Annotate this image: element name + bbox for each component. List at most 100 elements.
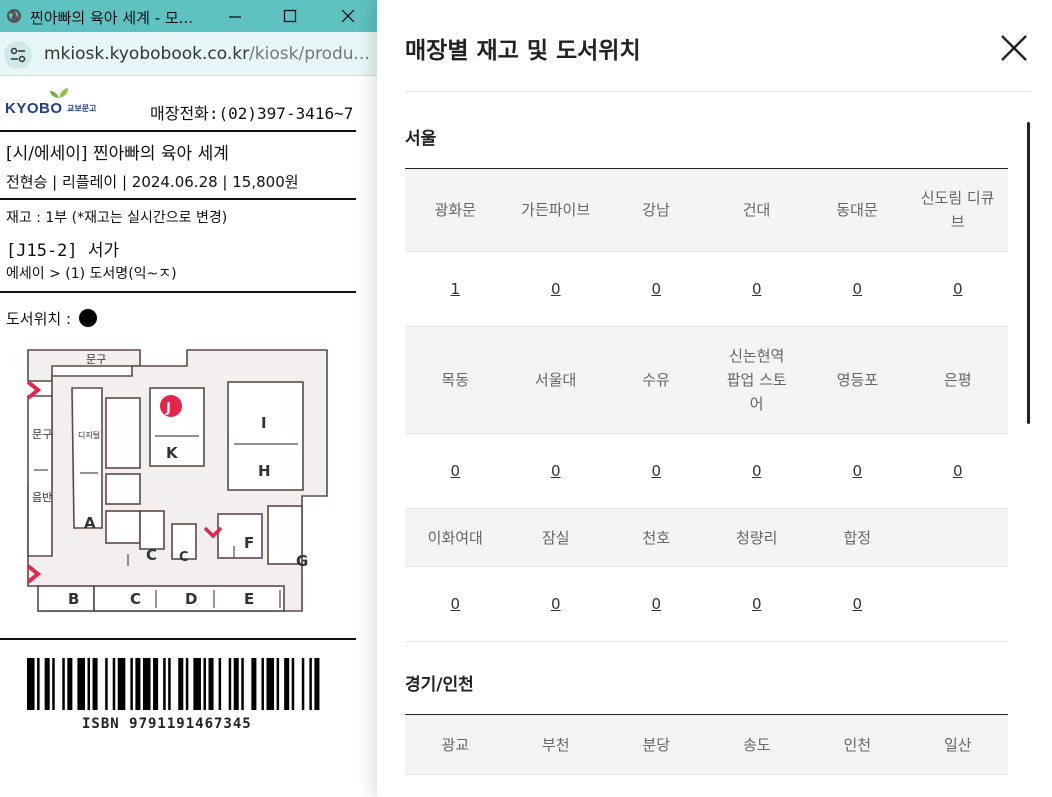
kyobo-logo: KYOBO 교보문고 <box>5 82 115 122</box>
book-meta: 전현승 | 리플레이 | 2024.06.28 | 15,800원 <box>6 173 299 191</box>
store-name: 부천 <box>541 735 570 754</box>
store-name: 청량리 <box>736 528 778 547</box>
barcode-bar <box>87 658 91 710</box>
window-close-button[interactable] <box>335 4 361 28</box>
region-gyeonggi-incheon: 경기/인천 광교 부천 분당 송도 인천 일산 <box>405 670 1008 775</box>
brand-ko: 교보문고 <box>67 104 97 113</box>
map-label-mungu-left: 문구 <box>32 428 52 441</box>
stock-count-link[interactable]: 0 <box>551 459 561 483</box>
store-name: 서울대 <box>534 371 577 389</box>
stock-count-link[interactable]: 0 <box>752 277 762 301</box>
stock-count-cell: 0 <box>707 434 808 508</box>
store-name-row: 목동 서울대 수유 신논현역 팝업 스토어 영등포 은평 <box>405 327 1008 434</box>
stock-count-row: 1 0 0 0 0 0 <box>405 252 1008 327</box>
window-title: 찐아빠의 육아 세계 - 모... <box>30 9 193 27</box>
barcode-bar <box>52 658 55 710</box>
url-host: mkiosk.kyobobook.co.kr <box>44 44 250 64</box>
store-phone: 매장전화:(02)397-3416~7 <box>150 104 354 123</box>
store-name <box>908 509 1009 566</box>
stock-count-link[interactable]: 0 <box>852 277 862 301</box>
stock-count-cell: 0 <box>807 567 908 641</box>
region-title: 서울 <box>405 129 437 149</box>
store-name: 분당 <box>642 735 671 754</box>
stock-count-link[interactable]: 0 <box>852 459 862 483</box>
address-bar[interactable]: mkiosk.kyobobook.co.kr/kiosk/produ... <box>0 32 377 76</box>
barcode-bar <box>276 658 280 710</box>
map-label-e: E <box>244 590 254 608</box>
floor-map: 문구 문구 음반 디지털 J K I H A C C F G B C D E <box>26 349 328 612</box>
store-name: 광교 <box>441 735 470 754</box>
barcode-bar <box>142 658 151 710</box>
location-dot-icon <box>78 309 97 327</box>
store-name: 동대문 <box>836 201 878 219</box>
barcode-bar <box>233 658 239 710</box>
stock-count-link[interactable]: 0 <box>651 459 661 483</box>
store-name: 인천 <box>843 735 872 754</box>
scrollbar-thumb[interactable] <box>1027 122 1030 424</box>
map-label-j: J <box>165 401 171 416</box>
stock-count-link[interactable]: 0 <box>752 592 762 616</box>
barcode-bar <box>112 658 116 710</box>
store-name: 잠실 <box>541 528 570 547</box>
barcode-bar <box>301 658 305 710</box>
url-text[interactable]: mkiosk.kyobobook.co.kr/kiosk/produ... <box>44 44 374 64</box>
site-info-button[interactable] <box>4 41 32 69</box>
barcode-bar <box>208 658 214 710</box>
store-name: 영등포 <box>836 371 879 389</box>
minimize-button[interactable] <box>222 4 248 28</box>
store-name: 가든파이브 <box>521 201 591 219</box>
barcode-bar <box>77 658 85 710</box>
map-label-g: G <box>296 552 308 570</box>
location-marker <box>160 395 182 417</box>
stock-count-cell: 0 <box>606 567 707 641</box>
stock-count-link[interactable]: 0 <box>450 459 460 483</box>
map-label-c2: C <box>179 550 189 565</box>
stock-count-link[interactable]: 0 <box>551 277 561 301</box>
region-title: 경기/인천 <box>405 675 474 695</box>
url-path: /kiosk/produ... <box>249 44 370 64</box>
region-seoul: 서울 광화문 가든파이브 강남 건대 동대문 신도림 디큐브 1 0 0 0 0 0 목동 서울대 수유 신논… <box>405 124 1008 642</box>
stock-count-cell: 0 <box>606 434 707 508</box>
store-name: 수유 <box>642 371 670 389</box>
store-name: 강남 <box>642 201 670 219</box>
map-label-mungu: 문구 <box>86 353 106 366</box>
book-title: [시/에세이] 찐아빠의 육아 세계 <box>6 144 229 164</box>
stock-count-link[interactable]: 0 <box>953 277 963 301</box>
barcode-bar <box>291 658 295 710</box>
popup-window: 찐아빠의 육아 세계 - 모... mkiosk.kyobobook.co.kr… <box>0 0 377 797</box>
stock-count-link[interactable]: 0 <box>450 592 460 616</box>
close-icon[interactable] <box>999 33 1029 63</box>
barcode-bar <box>92 658 98 710</box>
globe-icon <box>7 9 21 23</box>
maximize-button[interactable] <box>277 4 303 28</box>
store-name: 신도림 디큐브 <box>920 189 995 231</box>
stock-count-cell: 0 <box>707 567 808 641</box>
stock-count-link[interactable]: 0 <box>852 592 862 616</box>
stock-count-link[interactable]: 0 <box>651 277 661 301</box>
map-label-i: I <box>261 414 267 432</box>
stock-count-cell <box>908 567 1009 641</box>
barcode-bar <box>37 658 40 710</box>
barcode-bar <box>105 658 108 710</box>
barcode-bar <box>261 658 264 710</box>
stock-count-link[interactable]: 1 <box>450 277 460 301</box>
stock-count-cell: 0 <box>405 567 506 641</box>
barcode-bar <box>241 658 244 710</box>
stock-count-link[interactable]: 0 <box>752 459 762 483</box>
divider <box>0 291 356 293</box>
location-label-text: 도서위치 : <box>6 310 72 328</box>
shelf-category: 에세이 > (1) 도서명(익~ㅈ) <box>6 266 177 282</box>
store-name: 합정 <box>843 528 872 547</box>
barcode-bar <box>27 658 35 710</box>
barcode-bar <box>185 658 189 710</box>
stock-count-link[interactable]: 0 <box>651 592 661 616</box>
location-label: 도서위치 : <box>6 308 98 329</box>
store-name: 목동 <box>441 371 469 389</box>
stock-count-link[interactable]: 0 <box>953 459 963 483</box>
map-label-digital: 디지털 <box>78 430 100 440</box>
store-name-row: 광화문 가든파이브 강남 건대 동대문 신도림 디큐브 <box>405 169 1008 252</box>
stock-count-link[interactable]: 0 <box>551 592 561 616</box>
map-label-d: D <box>185 590 197 608</box>
store-name: 신논현역 팝업 스토어 <box>726 347 787 413</box>
region-table: 광화문 가든파이브 강남 건대 동대문 신도림 디큐브 1 0 0 0 0 0 목동 서울대 수유 신논현역 … <box>405 169 1008 642</box>
